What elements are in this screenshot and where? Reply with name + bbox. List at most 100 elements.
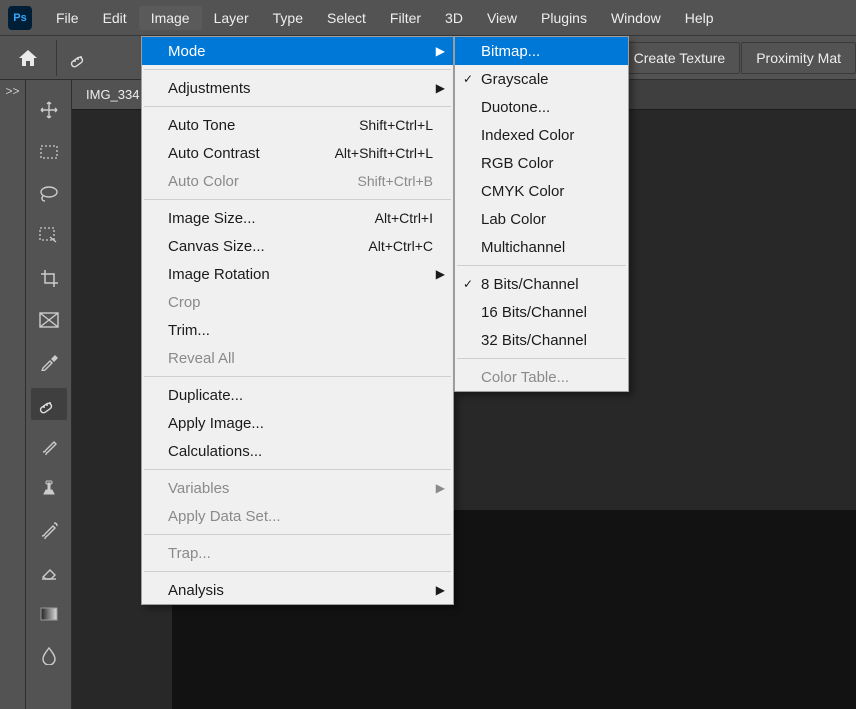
submenu-arrow-icon: ▶ [436,44,445,58]
separator [457,265,626,266]
label: Duotone... [481,99,550,116]
label: Indexed Color [481,127,574,144]
label: Auto Color [168,173,239,190]
tool-frame[interactable] [31,304,67,336]
menuitem-cmyk-color[interactable]: CMYK Color [455,177,628,205]
tool-crop[interactable] [31,262,67,294]
home-button[interactable] [8,49,48,67]
tool-eraser[interactable] [31,556,67,588]
menu-file[interactable]: File [44,6,91,30]
menuitem-auto-color: Auto Color Shift+Ctrl+B [142,167,453,195]
menu-select[interactable]: Select [315,6,378,30]
shortcut: Alt+Ctrl+I [375,210,433,226]
menuitem-variables: Variables ▶ [142,474,453,502]
tool-eyedropper[interactable] [31,346,67,378]
menuitem-reveal-all: Reveal All [142,344,453,372]
menu-3d[interactable]: 3D [433,6,475,30]
menuitem-crop: Crop [142,288,453,316]
option-create-texture[interactable]: Create Texture [619,42,741,74]
tool-brush[interactable] [31,430,67,462]
label: Image Rotation [168,266,270,283]
separator [144,571,451,572]
menu-filter[interactable]: Filter [378,6,433,30]
menuitem-apply-image[interactable]: Apply Image... [142,409,453,437]
menu-layer[interactable]: Layer [202,6,261,30]
menuitem-mode[interactable]: Mode ▶ [142,37,453,65]
tool-healing-brush[interactable] [31,388,67,420]
menuitem-bitmap[interactable]: Bitmap... [455,37,628,65]
tool-clone-stamp[interactable] [31,472,67,504]
menu-window[interactable]: Window [599,6,673,30]
menuitem-indexed-color[interactable]: Indexed Color [455,121,628,149]
separator [144,376,451,377]
label: Auto Tone [168,117,235,134]
tool-marquee[interactable] [31,136,67,168]
menuitem-16bits[interactable]: 16 Bits/Channel [455,298,628,326]
label: Auto Contrast [168,145,260,162]
tool-move[interactable] [31,94,67,126]
label: Bitmap... [481,43,540,60]
menuitem-analysis[interactable]: Analysis▶ [142,576,453,604]
menuitem-duotone[interactable]: Duotone... [455,93,628,121]
menuitem-32bits[interactable]: 32 Bits/Channel [455,326,628,354]
menuitem-grayscale[interactable]: ✓ Grayscale [455,65,628,93]
app-logo-text: Ps [13,12,26,24]
tool-quick-select[interactable] [31,220,67,252]
menuitem-duplicate[interactable]: Duplicate... [142,381,453,409]
current-tool-healing-icon[interactable] [65,45,95,70]
menuitem-canvas-size[interactable]: Canvas Size...Alt+Ctrl+C [142,232,453,260]
menuitem-image-size[interactable]: Image Size... Alt+Ctrl+I [142,204,453,232]
separator [457,358,626,359]
menu-view[interactable]: View [475,6,529,30]
menuitem-calculations[interactable]: Calculations... [142,437,453,465]
menuitem-auto-tone[interactable]: Auto Tone Shift+Ctrl+L [142,111,453,139]
menuitem-trap: Trap... [142,539,453,567]
tools-panel [26,80,72,709]
menuitem-multichannel[interactable]: Multichannel [455,233,628,261]
menuitem-adjustments[interactable]: Adjustments▶ [142,74,453,102]
mode-submenu: Bitmap... ✓ Grayscale Duotone... Indexed … [454,36,629,392]
menu-image[interactable]: Image [139,6,202,30]
shortcut: Shift+Ctrl+L [359,117,433,133]
menuitem-8bits[interactable]: ✓8 Bits/Channel [455,270,628,298]
option-proximity-match[interactable]: Proximity Mat [741,42,856,74]
label: Adjustments [168,80,251,97]
label: Calculations... [168,443,262,460]
label: Grayscale [481,71,549,88]
label: Variables [168,480,229,497]
submenu-arrow-icon: ▶ [436,267,445,281]
shortcut: Alt+Shift+Ctrl+L [335,145,433,161]
label: Crop [168,294,201,311]
tool-lasso[interactable] [31,178,67,210]
separator [144,469,451,470]
label: Mode [168,43,206,60]
menu-plugins[interactable]: Plugins [529,6,599,30]
divider [56,40,57,76]
menuitem-rgb-color[interactable]: RGB Color [455,149,628,177]
label: Lab Color [481,211,546,228]
label: 32 Bits/Channel [481,332,587,349]
label: Color Table... [481,369,569,386]
shortcut: Shift+Ctrl+B [358,173,433,189]
menuitem-auto-contrast[interactable]: Auto Contrast Alt+Shift+Ctrl+L [142,139,453,167]
submenu-arrow-icon: ▶ [436,583,445,597]
label: Trim... [168,322,210,339]
app-logo: Ps [8,6,32,30]
menuitem-trim[interactable]: Trim... [142,316,453,344]
menu-help[interactable]: Help [673,6,726,30]
label: Image Size... [168,210,256,227]
tool-history-brush[interactable] [31,514,67,546]
menubar: Ps File Edit Image Layer Type Select Fil… [0,0,856,36]
check-icon: ✓ [463,72,473,86]
menuitem-apply-data-set: Apply Data Set... [142,502,453,530]
submenu-arrow-icon: ▶ [436,481,445,495]
panel-collapse-strip[interactable]: >> [0,80,26,709]
menuitem-lab-color[interactable]: Lab Color [455,205,628,233]
menuitem-image-rotation[interactable]: Image Rotation ▶ [142,260,453,288]
tool-blur[interactable] [31,640,67,672]
tool-gradient[interactable] [31,598,67,630]
menu-edit[interactable]: Edit [91,6,139,30]
separator [144,106,451,107]
menu-type[interactable]: Type [261,6,315,30]
label: Apply Data Set... [168,508,281,525]
